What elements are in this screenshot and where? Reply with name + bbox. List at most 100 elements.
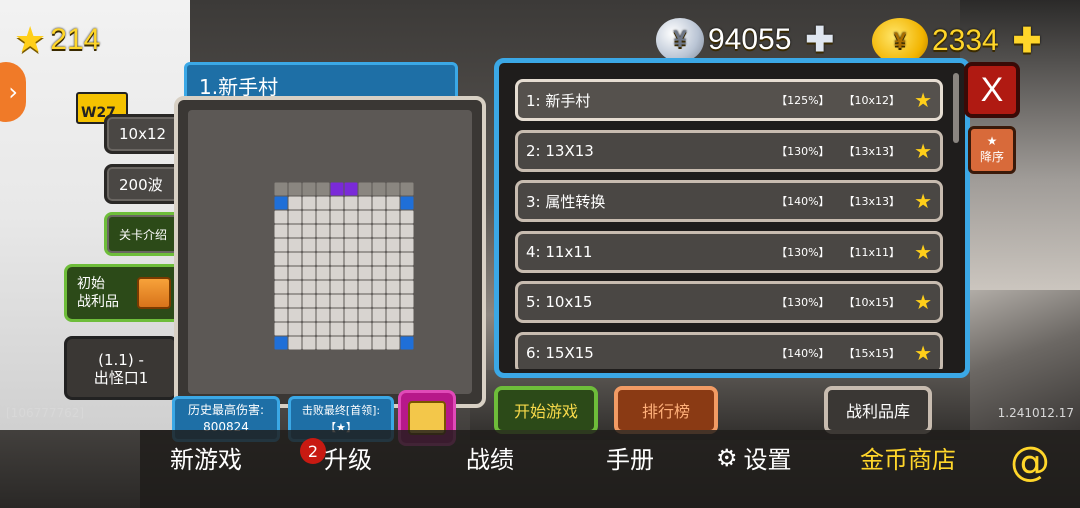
- level-row[interactable]: 2: 13X13 【130%】 【13x13】 ★: [515, 129, 943, 172]
- map-cell: [330, 294, 344, 308]
- leaderboard-button[interactable]: 排行榜: [614, 386, 718, 434]
- map-cell: [386, 210, 400, 224]
- map-cell: [302, 252, 316, 266]
- side-drawer-toggle[interactable]: ›: [0, 62, 26, 122]
- star-icon: ★: [914, 88, 932, 112]
- map-cell: [302, 336, 316, 350]
- level-name: 6: 15X15: [526, 343, 594, 362]
- map-cell: [358, 182, 372, 196]
- level-list-scrollbar[interactable]: [953, 73, 959, 143]
- contact-button[interactable]: @: [1010, 442, 1050, 482]
- map-cell: [330, 308, 344, 322]
- map-cell: [274, 238, 288, 252]
- map-cell: [274, 224, 288, 238]
- map-cell: [302, 196, 316, 210]
- level-name: 1: 新手村: [526, 91, 591, 110]
- level-difficulty: 【140%】: [776, 195, 830, 208]
- star-icon: ★: [914, 340, 932, 365]
- map-cell: [372, 224, 386, 238]
- stars-value: 214: [50, 23, 101, 56]
- star-icon: ★: [914, 189, 932, 213]
- map-cell: [372, 238, 386, 252]
- level-size: 【13x13】: [843, 144, 901, 158]
- level-row[interactable]: 4: 11x11 【130%】 【11x11】 ★: [515, 230, 943, 273]
- map-cell: [386, 252, 400, 266]
- map-cell: [316, 196, 330, 210]
- map-cell: [372, 196, 386, 210]
- map-cell: [358, 238, 372, 252]
- spawn-point-line2: 出怪口1: [93, 369, 149, 387]
- map-size-label: 10x12: [119, 125, 167, 143]
- map-cell: [344, 322, 358, 336]
- level-name: 4: 11x11: [526, 242, 593, 261]
- silver-coin-icon: ¥: [656, 18, 704, 62]
- nav-records[interactable]: 战绩: [466, 440, 514, 475]
- map-cell: [274, 294, 288, 308]
- map-cell: [274, 266, 288, 280]
- add-gold-button[interactable]: ✚: [1013, 21, 1042, 61]
- loot-library-button[interactable]: 战利品库: [824, 386, 932, 434]
- map-size-button[interactable]: 10x12: [104, 114, 184, 154]
- map-cell: [330, 182, 344, 196]
- level-difficulty: 【125%】: [776, 94, 830, 107]
- map-cell: [372, 182, 386, 196]
- close-button[interactable]: X: [964, 62, 1020, 118]
- nav-settings[interactable]: ⚙ 设置: [716, 440, 792, 475]
- map-cell: [386, 224, 400, 238]
- map-cell: [344, 252, 358, 266]
- map-cell: [330, 210, 344, 224]
- map-cell: [344, 238, 358, 252]
- map-cell: [330, 322, 344, 336]
- nav-gold-shop[interactable]: 金币商店: [860, 440, 956, 475]
- map-cell: [358, 280, 372, 294]
- map-cell: [386, 294, 400, 308]
- level-row[interactable]: 3: 属性转换 【140%】 【13x13】 ★: [515, 180, 943, 222]
- map-cell: [288, 322, 302, 336]
- level-name: 2: 13X13: [526, 141, 594, 160]
- star-icon: ★: [914, 239, 932, 264]
- map-cell: [400, 308, 414, 322]
- coins-counter: ¥ 94055 ✚: [656, 18, 834, 62]
- map-cell: [400, 294, 414, 308]
- nav-upgrade[interactable]: 升级: [324, 440, 372, 475]
- nav-new-game[interactable]: 新游戏: [170, 440, 242, 475]
- map-cell: [386, 238, 400, 252]
- map-cell: [288, 182, 302, 196]
- map-cell: [288, 224, 302, 238]
- add-coins-button[interactable]: ✚: [805, 20, 834, 60]
- map-cell: [302, 308, 316, 322]
- map-cell: [372, 336, 386, 350]
- map-cell: [316, 308, 330, 322]
- sort-order-button[interactable]: ★ 降序: [968, 126, 1016, 174]
- level-intro-button[interactable]: 关卡介绍: [104, 212, 184, 256]
- initial-loot-button[interactable]: 初始 战利品: [64, 264, 184, 322]
- start-game-button[interactable]: 开始游戏: [494, 386, 598, 434]
- map-cell: [316, 252, 330, 266]
- level-difficulty: 【130%】: [776, 245, 830, 259]
- level-list-panel: 1: 新手村 【125%】 【10x12】 ★ 2: 13X13 【130%】 【13x13…: [494, 58, 970, 378]
- map-cell: [400, 224, 414, 238]
- map-preview: [188, 110, 472, 394]
- map-cell: [372, 266, 386, 280]
- nav-manual[interactable]: 手册: [606, 440, 654, 475]
- map-cell: [330, 266, 344, 280]
- star-icon: ★: [914, 138, 932, 163]
- spawn-point-panel[interactable]: (1.1) - 出怪口1: [64, 336, 178, 400]
- level-row[interactable]: 5: 10x15 【130%】 【10x15】 ★: [515, 281, 943, 323]
- map-cell: [358, 266, 372, 280]
- map-cell: [330, 238, 344, 252]
- level-size: 【15x15】: [843, 346, 901, 360]
- gear-icon: ⚙: [716, 443, 738, 472]
- map-cell: [288, 238, 302, 252]
- level-row[interactable]: 1: 新手村 【125%】 【10x12】 ★: [515, 79, 943, 121]
- gold-value: 2334: [932, 24, 999, 57]
- waves-button[interactable]: 200波: [104, 164, 184, 204]
- map-cell: [400, 182, 414, 196]
- map-cell: [372, 322, 386, 336]
- level-row[interactable]: 6: 15X15 【140%】 【15x15】 ★: [515, 331, 943, 369]
- map-cell: [274, 182, 288, 196]
- map-cell: [344, 182, 358, 196]
- map-cell: [344, 266, 358, 280]
- map-cell: [316, 336, 330, 350]
- map-cell: [330, 224, 344, 238]
